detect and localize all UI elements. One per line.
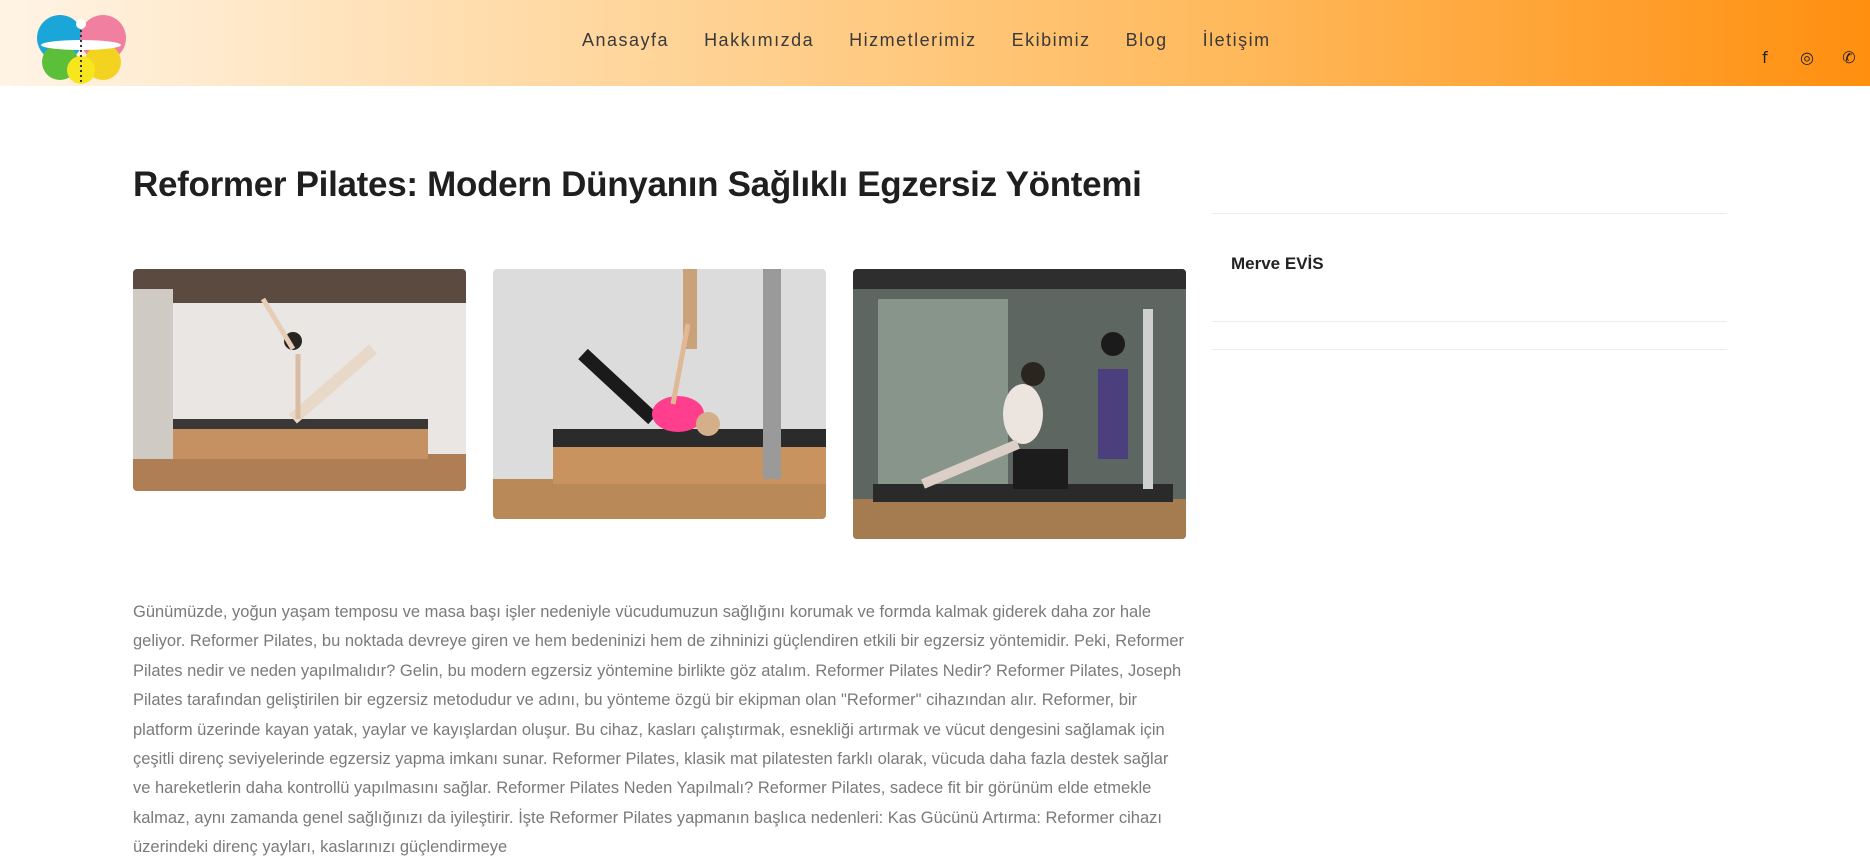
post-image-trainer[interactable] [853, 269, 1186, 539]
post-title: Reformer Pilates: Modern Dünyanın Sağlık… [133, 165, 1142, 204]
nav-blog[interactable]: Blog [1126, 30, 1168, 51]
sidebar-divider [1212, 349, 1727, 350]
post-body: Günümüzde, yoğun yaşam temposu ve masa b… [133, 603, 1185, 857]
main-nav: Anasayfa Hakkımızda Hizmetlerimiz Ekibim… [582, 30, 1306, 51]
instagram-icon[interactable]: ◎ [1786, 48, 1828, 67]
site-header: Anasayfa Hakkımızda Hizmetlerimiz Ekibim… [0, 0, 1870, 86]
author-name[interactable]: Merve EVİS [1212, 214, 1727, 321]
social-links: f ◎ ✆ [1744, 48, 1870, 67]
site-logo[interactable] [33, 10, 130, 86]
whatsapp-icon[interactable]: ✆ [1828, 48, 1870, 67]
nav-anasayfa[interactable]: Anasayfa [582, 30, 669, 51]
facebook-icon[interactable]: f [1744, 48, 1786, 67]
nav-iletisim[interactable]: İletişim [1203, 30, 1271, 51]
post-image-teaser[interactable] [493, 269, 826, 519]
post-image-side-plank[interactable] [133, 269, 466, 491]
nav-ekibimiz[interactable]: Ekibimiz [1012, 30, 1091, 51]
sidebar: Merve EVİS [1212, 213, 1727, 350]
nav-hakkimizda[interactable]: Hakkımızda [704, 30, 814, 51]
nav-hizmetlerimiz[interactable]: Hizmetlerimiz [849, 30, 977, 51]
